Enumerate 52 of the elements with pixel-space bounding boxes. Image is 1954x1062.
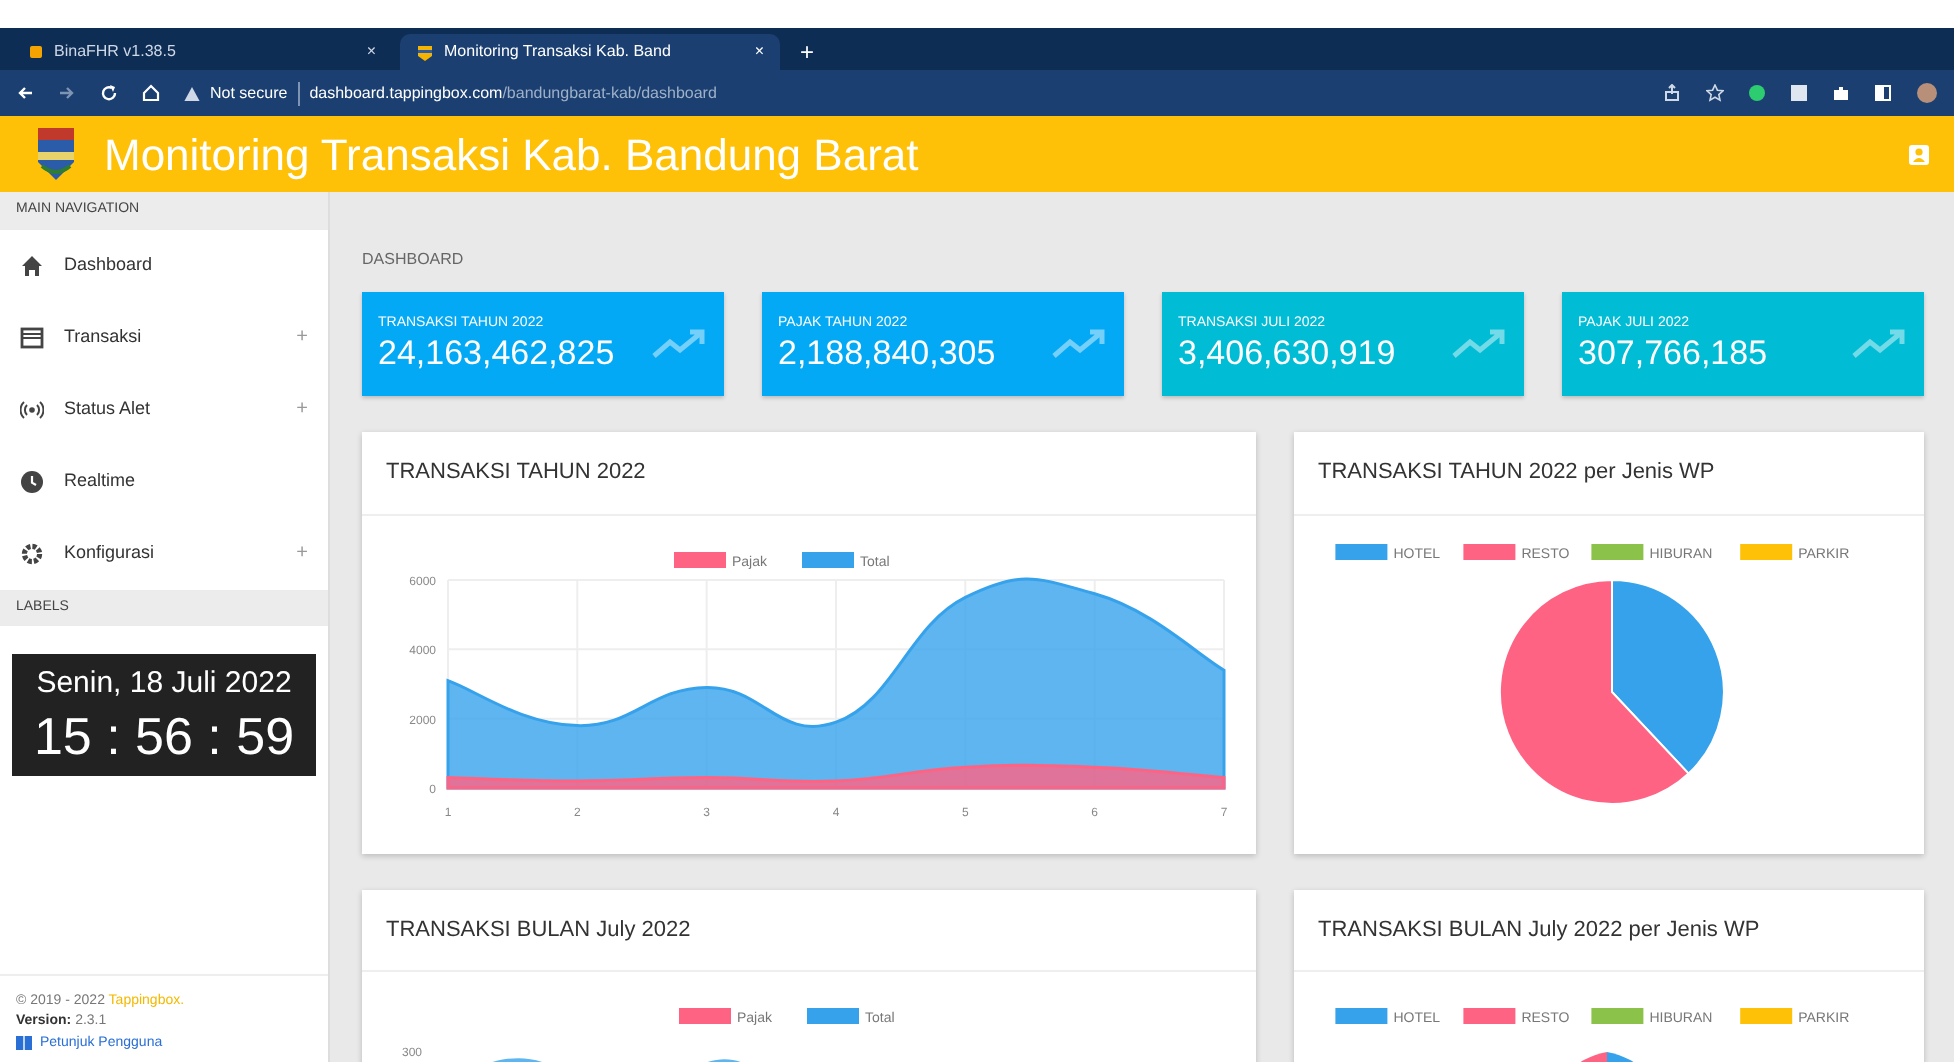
table-icon <box>20 325 44 349</box>
new-tab-button[interactable]: + <box>788 34 827 70</box>
trend-up-icon <box>1852 328 1908 360</box>
warning-icon <box>184 85 200 101</box>
nav-item[interactable]: Dashboard <box>0 229 328 301</box>
sidebar-icon[interactable] <box>1874 84 1892 102</box>
back-icon[interactable] <box>16 84 34 102</box>
security-label: Not secure <box>210 81 288 105</box>
book-icon <box>16 1036 32 1051</box>
crest-logo-icon <box>36 126 76 182</box>
trend-up-icon <box>1452 328 1508 360</box>
trend-up-icon <box>652 328 708 360</box>
info-value: 3,406,630,919 <box>1178 335 1398 374</box>
card-title: TRANSAKSI TAHUN 2022 per Jenis WP <box>1294 432 1924 515</box>
extension-icon[interactable] <box>1790 84 1808 102</box>
legend-swatch <box>674 551 726 567</box>
card-title: TRANSAKSI BULAN July 2022 <box>362 889 1256 972</box>
trend-up-icon <box>1052 328 1108 360</box>
card-title: TRANSAKSI TAHUN 2022 <box>362 432 1256 515</box>
url-text[interactable]: dashboard.tappingbox.com/bandungbarat-kab/dashboard <box>297 81 717 105</box>
clock-date: Senin, 18 Juli 2022 <box>34 664 294 704</box>
info-value: 307,766,185 <box>1578 335 1770 374</box>
legend-swatch <box>1591 543 1644 559</box>
page-heading: DASHBOARD <box>362 248 466 272</box>
gear-icon <box>20 541 44 565</box>
reload-icon[interactable] <box>100 84 118 102</box>
browser-tab[interactable]: BinaFHR v1.38.5 × <box>12 34 392 70</box>
extension-icon[interactable] <box>1748 84 1766 102</box>
share-icon[interactable] <box>1664 84 1682 102</box>
app-title: Monitoring Transaksi Kab. Bandung Barat <box>104 127 921 184</box>
favicon-icon <box>28 44 44 60</box>
star-icon[interactable] <box>1706 84 1724 102</box>
info-value: 24,163,462,825 <box>378 335 617 374</box>
avatar-icon[interactable] <box>1916 82 1938 104</box>
crest-icon <box>416 43 434 61</box>
home-icon[interactable] <box>142 84 160 102</box>
nav-item[interactable]: Realtime <box>0 445 328 517</box>
legend-swatch <box>1740 543 1793 559</box>
signal-icon <box>20 397 44 421</box>
nav-item[interactable]: Konfigurasi + <box>0 517 328 589</box>
clock-icon <box>20 469 44 493</box>
clock-time: 15 : 56 : 59 <box>31 707 297 765</box>
nav-item[interactable]: Status Alet + <box>0 373 328 445</box>
home-icon <box>20 253 44 277</box>
card-title: TRANSAKSI BULAN July 2022 per Jenis WP <box>1294 889 1924 972</box>
legend-swatch <box>802 551 854 567</box>
legend-swatch <box>1463 543 1516 559</box>
browser-tab[interactable]: Monitoring Transaksi Kab. Band × <box>400 34 780 70</box>
legend-swatch <box>1335 543 1388 559</box>
nav-item[interactable]: Transaksi + <box>0 301 328 373</box>
info-value: 2,188,840,305 <box>778 335 998 374</box>
forward-icon[interactable] <box>58 84 76 102</box>
